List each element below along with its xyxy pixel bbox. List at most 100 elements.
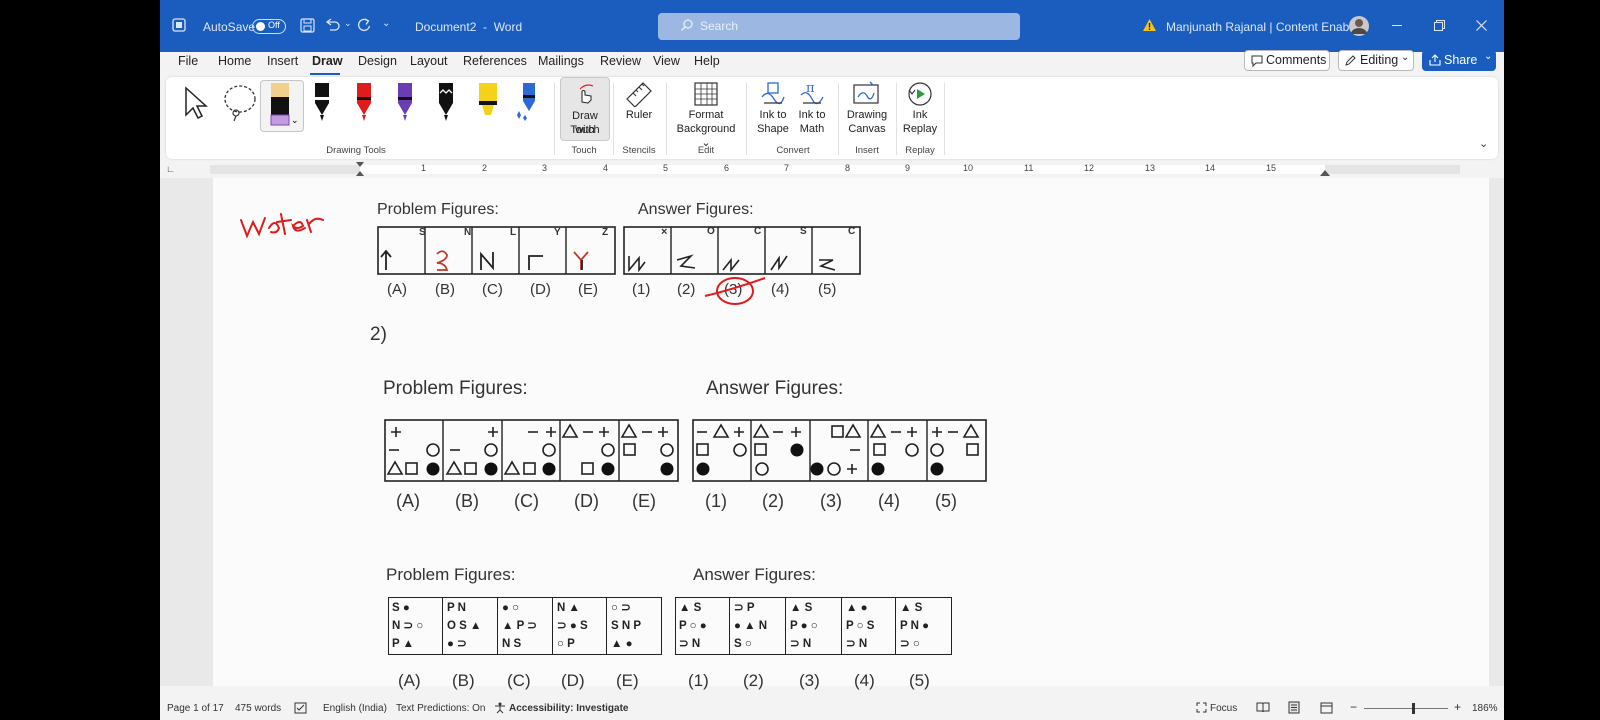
q3-answer-cell-5: ▲ SP N ● ⊃ ○: [900, 602, 930, 650]
document-page[interactable]: water Problem Figures: Answer Figures: S…: [213, 178, 1489, 690]
tab-home[interactable]: Home: [218, 54, 251, 68]
q3-problem-cell-b: P NO S ▲ ● ⊃: [447, 602, 482, 650]
collapse-ribbon-icon[interactable]: ⌄: [1479, 137, 1488, 150]
undo-icon[interactable]: [324, 17, 342, 36]
share-dropdown-icon[interactable]: ⌄: [1484, 51, 1492, 62]
q3-problem-cell-d: N ▲ ⊃ ● S ○ P: [557, 602, 588, 650]
drawing-canvas-label-2[interactable]: Canvas: [842, 122, 892, 136]
draw-with-touch-button[interactable]: Draw with Touch: [560, 77, 610, 141]
select-pointer-icon[interactable]: [182, 85, 210, 126]
autosave-state: Off: [268, 20, 280, 30]
lasso-select-icon[interactable]: [222, 83, 258, 128]
q1-label-5: (5): [818, 281, 837, 298]
pen-galaxy-icon[interactable]: [434, 81, 458, 130]
pen-blue-sparkle-icon[interactable]: [515, 81, 541, 130]
q3-label-b: (B): [452, 671, 475, 690]
q1-answer-title: Answer Figures:: [638, 201, 754, 218]
ruler-number: 14: [1205, 163, 1216, 173]
tab-design[interactable]: Design: [358, 54, 397, 68]
editing-mode-button[interactable]: Editing ⌄: [1338, 50, 1414, 71]
pen-purple-icon[interactable]: [393, 81, 417, 130]
ruler-number: 5: [663, 163, 669, 173]
q1-answer-corner-4: S: [800, 226, 807, 237]
tab-view[interactable]: View: [653, 54, 680, 68]
share-button[interactable]: Share ⌄: [1422, 50, 1496, 71]
eraser-dropdown-icon[interactable]: ⌄: [291, 115, 299, 126]
q2-label-3: (3): [820, 491, 842, 511]
proofing-icon[interactable]: [294, 702, 307, 717]
eraser-tool[interactable]: ⌄: [260, 80, 304, 132]
q3-label-2: (2): [743, 671, 764, 690]
q1-label-a: (A): [387, 281, 407, 298]
save-icon[interactable]: [300, 18, 315, 36]
tab-draw[interactable]: Draw: [312, 54, 343, 68]
undo-dropdown-icon[interactable]: ⌄: [344, 18, 352, 29]
format-background-label-1[interactable]: Format: [671, 108, 741, 122]
ink-replay-label-1[interactable]: Ink: [900, 108, 940, 122]
web-layout-icon[interactable]: [1320, 702, 1333, 717]
tab-help[interactable]: Help: [694, 54, 720, 68]
tab-insert[interactable]: Insert: [267, 54, 298, 68]
zoom-in-icon[interactable]: +: [1454, 700, 1461, 714]
redo-icon[interactable]: [356, 17, 372, 36]
search-box[interactable]: Search: [658, 13, 1020, 40]
tab-file[interactable]: File: [178, 54, 198, 68]
q2-label-d: (D): [574, 491, 599, 511]
q3-answer-title: Answer Figures:: [693, 565, 816, 584]
tab-stop-selector-icon[interactable]: ∟: [166, 164, 175, 174]
autosave-toggle[interactable]: Off: [252, 19, 286, 34]
group-touch: Touch: [571, 145, 597, 156]
zoom-level[interactable]: 186%: [1472, 703, 1498, 714]
focus-mode[interactable]: Focus: [1210, 703, 1237, 714]
handwritten-ink-circle-answer[interactable]: [701, 274, 771, 310]
avatar[interactable]: [1348, 15, 1370, 40]
close-icon[interactable]: [1476, 20, 1487, 34]
highlighter-yellow-icon[interactable]: [475, 81, 501, 130]
ink-to-shape-label-2[interactable]: Shape: [752, 122, 794, 136]
user-name[interactable]: Manjunath Rajanal | Content Enablers: [1166, 20, 1369, 34]
horizontal-ruler[interactable]: 1 2 3 4 5 6 7 8 9 10 11 12 13 14 15: [210, 162, 1460, 176]
ruler-number: 8: [845, 163, 851, 173]
search-icon: [680, 18, 694, 35]
ink-to-math-label-1[interactable]: Ink to: [791, 108, 833, 122]
focus-icon: [1196, 702, 1207, 716]
zoom-slider[interactable]: [1364, 703, 1448, 714]
zoom-out-icon[interactable]: −: [1350, 700, 1357, 714]
pen-black-icon[interactable]: [310, 81, 334, 130]
ink-replay-label-2[interactable]: Replay: [900, 122, 940, 136]
tab-mailings[interactable]: Mailings: [538, 54, 584, 68]
q1-problem-corner-c: L: [510, 227, 517, 238]
read-mode-icon[interactable]: [1256, 702, 1270, 716]
tab-layout[interactable]: Layout: [410, 54, 448, 68]
ink-to-math-label-2[interactable]: Math: [791, 122, 833, 136]
restore-icon[interactable]: [1434, 20, 1445, 34]
group-convert: Convert: [776, 145, 810, 156]
q1-label-e: (E): [578, 281, 598, 298]
handwritten-ink-water[interactable]: [235, 182, 345, 242]
comments-button[interactable]: Comments: [1244, 50, 1330, 71]
language[interactable]: English (India): [323, 703, 387, 714]
print-layout-icon[interactable]: [1288, 701, 1300, 717]
word-app-icon[interactable]: [172, 18, 186, 35]
pen-red-icon[interactable]: [352, 81, 376, 130]
chevron-down-icon: ⌄: [1401, 52, 1410, 63]
ruler-label[interactable]: Ruler: [616, 108, 662, 122]
zoom-slider-thumb[interactable]: [1412, 703, 1415, 714]
group-replay: Replay: [905, 145, 935, 156]
accessibility-status[interactable]: Accessibility: Investigate: [509, 703, 629, 714]
customize-qat-icon[interactable]: ⌄: [382, 18, 390, 29]
ruler-number: 15: [1266, 163, 1277, 173]
ink-to-shape-label-1[interactable]: Ink to: [752, 108, 794, 122]
warning-icon[interactable]: [1142, 18, 1157, 35]
text-predictions[interactable]: Text Predictions: On: [396, 703, 485, 714]
q2-label-5: (5): [935, 491, 957, 511]
page-count[interactable]: Page 1 of 17: [167, 703, 224, 714]
drawing-canvas-label-1[interactable]: Drawing: [842, 108, 892, 122]
tab-review[interactable]: Review: [600, 54, 641, 68]
minimize-icon[interactable]: [1392, 25, 1402, 26]
q1-problem-corner-e: Z: [602, 227, 609, 238]
word-count[interactable]: 475 words: [235, 703, 281, 714]
tab-references[interactable]: References: [463, 54, 527, 68]
ruler-number: 9: [905, 163, 911, 173]
q3-answer-cell-4: ▲ ● P ○ S ⊃ N: [846, 602, 875, 650]
